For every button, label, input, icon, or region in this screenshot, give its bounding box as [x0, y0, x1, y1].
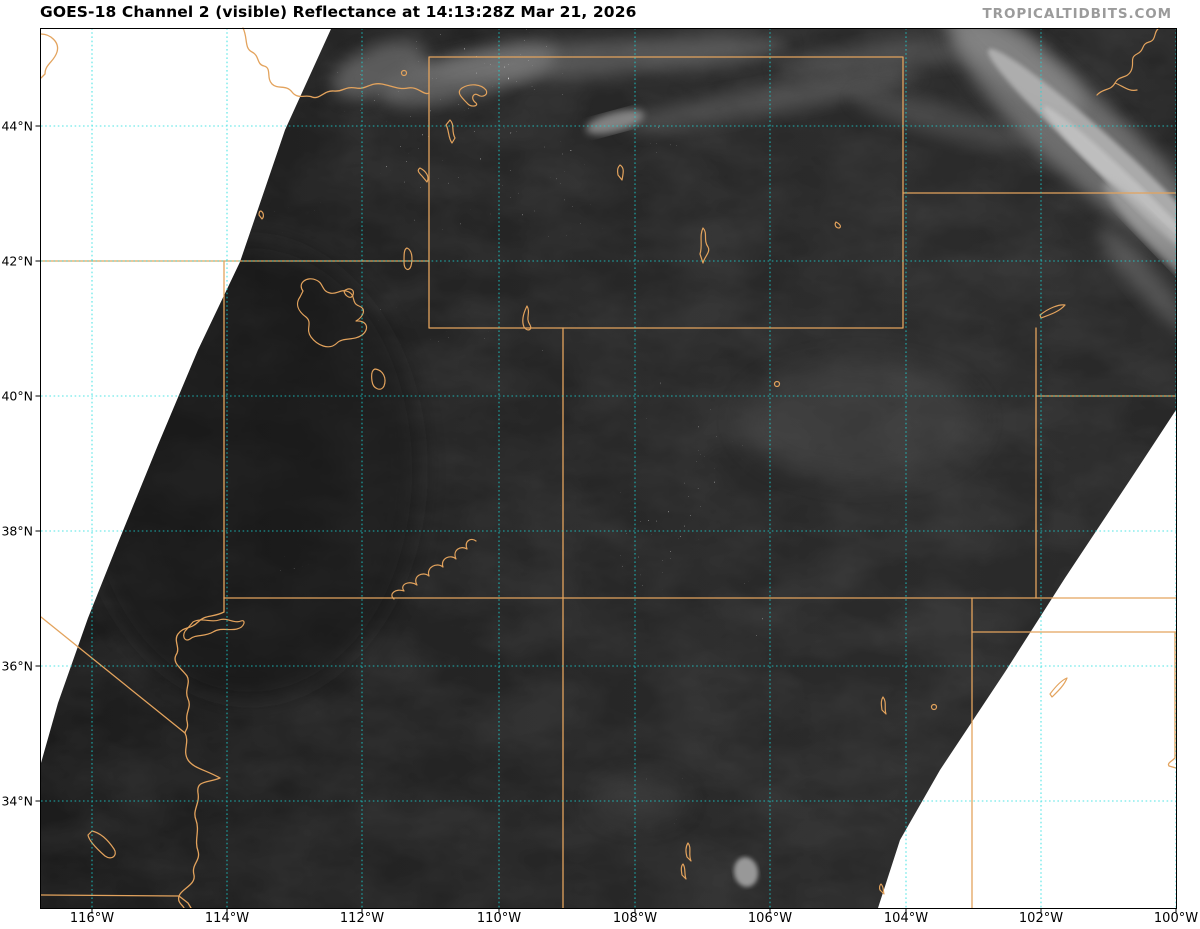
snow-wasatch: [368, 280, 404, 430]
x-tick-label: 102°W: [1019, 911, 1063, 926]
snow-uinta: [430, 330, 560, 356]
snow-la-sal: [575, 458, 595, 486]
x-tick-label: 100°W: [1154, 911, 1198, 926]
lake-meredith: [1050, 678, 1067, 697]
haze-patch-plains: [740, 360, 980, 480]
border-oregon-idaho: [41, 34, 58, 78]
x-tick-label: 116°W: [70, 911, 114, 926]
border-ok-tx-100w: [1168, 632, 1176, 768]
y-tick-label: 38°N: [0, 524, 33, 539]
x-tick-label: 106°W: [748, 911, 792, 926]
x-tick-label: 108°W: [613, 911, 657, 926]
y-tick-label: 44°N: [0, 119, 33, 134]
cloud-layer: [41, 0, 1200, 908]
texture-black-range: [610, 770, 700, 830]
y-tick-label: 34°N: [0, 794, 33, 809]
x-tick-label: 112°W: [340, 911, 384, 926]
snow-abajo: [552, 495, 568, 515]
y-tick-label: 42°N: [0, 254, 33, 269]
satellite-map: [0, 0, 1200, 929]
x-tick-label: 110°W: [477, 911, 521, 926]
x-tick-label: 114°W: [205, 911, 249, 926]
satellite-map-page: GOES-18 Channel 2 (visible) Reflectance …: [0, 0, 1200, 929]
map-swath: [41, 0, 1200, 908]
y-tick-label: 36°N: [0, 659, 33, 674]
y-tick-label: 40°N: [0, 389, 33, 404]
x-tick-label: 104°W: [884, 911, 928, 926]
